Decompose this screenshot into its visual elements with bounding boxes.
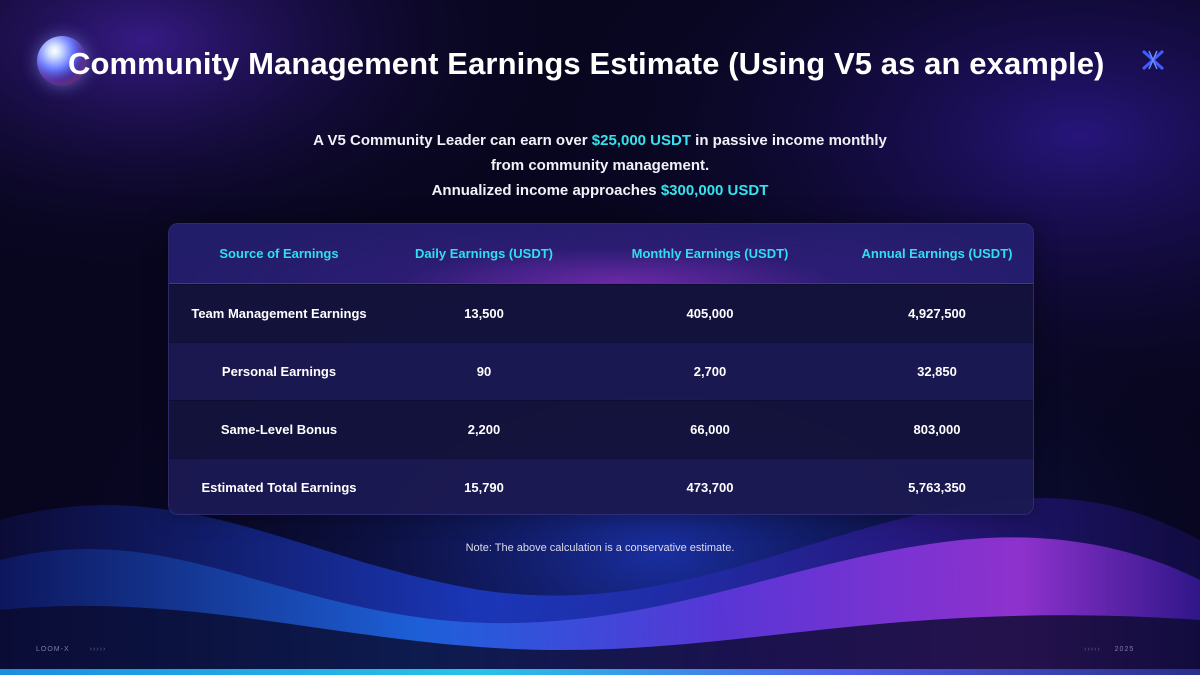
intro-line-1-post: in passive income monthly (691, 132, 887, 149)
earnings-table: Source of Earnings Daily Earnings (USDT)… (168, 223, 1034, 515)
intro-line-3: Annualized income approaches $300,000 US… (0, 178, 1200, 203)
intro-line-1: A V5 Community Leader can earn over $25,… (0, 128, 1200, 153)
row-label: Same-Level Bonus (220, 422, 338, 437)
header-annual: Annual Earnings (USDT) (861, 246, 1013, 261)
footer-right-arrows: ››››› (1084, 646, 1101, 653)
header-source: Source of Earnings (219, 246, 339, 261)
footer-right: ››››› 2025 (1084, 646, 1134, 653)
footer-year: 2025 (1114, 646, 1135, 653)
annual-value: 4,927,500 (908, 306, 966, 321)
daily-value: 90 (476, 364, 492, 379)
daily-value: 13,500 (464, 306, 504, 321)
footnote: Note: The above calculation is a conserv… (465, 542, 735, 554)
row-label: Estimated Total Earnings (201, 480, 357, 495)
table-row: Personal Earnings 90 2,700 32,850 (169, 342, 1033, 400)
row-label: Personal Earnings (221, 364, 337, 379)
intro-line-3-pre: Annualized income approaches (431, 182, 661, 199)
intro-line-1-pre: A V5 Community Leader can earn over (313, 132, 592, 149)
bottom-accent-bar (0, 669, 1200, 675)
monthly-value: 473,700 (686, 480, 734, 495)
annual-value: 5,763,350 (908, 480, 966, 495)
intro-text: A V5 Community Leader can earn over $25,… (0, 128, 1200, 203)
table-row-total: Estimated Total Earnings 15,790 473,700 … (169, 458, 1033, 514)
monthly-value: 66,000 (690, 422, 730, 437)
annual-value: 32,850 (917, 364, 957, 379)
footer-brand: LOOM-X (36, 646, 70, 653)
header-daily: Daily Earnings (USDT) (415, 246, 553, 261)
daily-value: 15,790 (464, 480, 504, 495)
header-monthly: Monthly Earnings (USDT) (631, 246, 789, 261)
footer-left-arrows: ››››› (89, 646, 107, 653)
annual-value: 803,000 (913, 422, 961, 437)
footer-left: LOOM-X ››››› (36, 646, 106, 653)
monthly-value: 2,700 (693, 364, 727, 379)
row-label: Team Management Earnings (191, 306, 367, 321)
intro-line-2: from community management. (490, 157, 710, 174)
slide: Community Management Earnings Estimate (… (0, 0, 1200, 675)
monthly-value: 405,000 (686, 306, 734, 321)
daily-value: 2,200 (467, 422, 501, 437)
table-row: Team Management Earnings 13,500 405,000 … (169, 284, 1033, 342)
table-row: Same-Level Bonus 2,200 66,000 803,000 (169, 400, 1033, 458)
monthly-income-highlight: $25,000 USDT (591, 132, 692, 149)
table-header-row: Source of Earnings Daily Earnings (USDT)… (169, 224, 1033, 284)
page-title: Community Management Earnings Estimate (… (68, 46, 1105, 81)
x-logo-icon (1142, 50, 1164, 70)
annual-income-highlight: $300,000 USDT (660, 182, 769, 199)
